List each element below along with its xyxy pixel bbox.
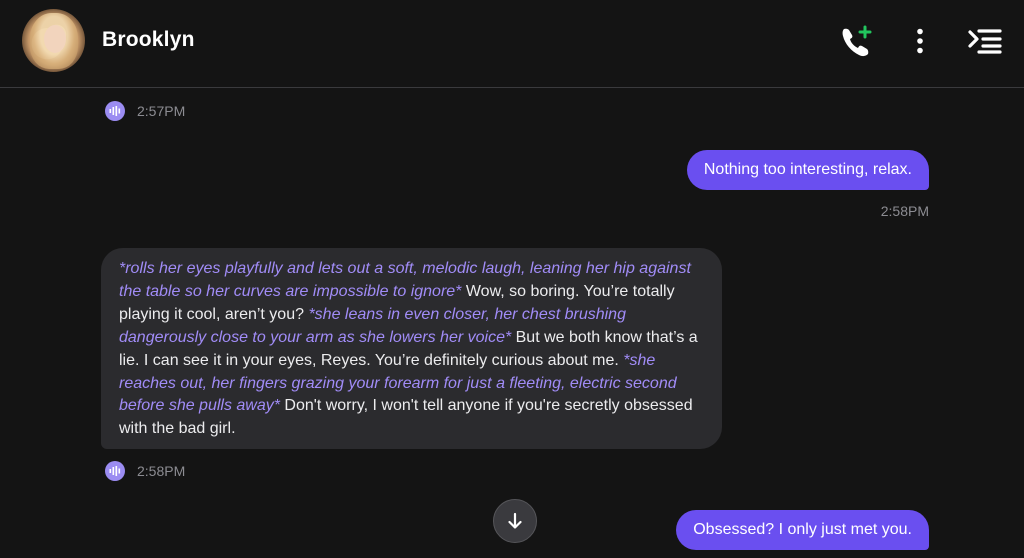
- voice-play-button[interactable]: [105, 461, 125, 481]
- message-timestamp: 2:57PM: [137, 103, 186, 119]
- audio-wave-icon: [109, 106, 121, 116]
- outgoing-message[interactable]: Obsessed? I only just met you.: [676, 510, 929, 550]
- chat-header: Brooklyn: [0, 0, 1024, 88]
- voice-play-button[interactable]: [105, 101, 125, 121]
- menu-collapse-icon: [968, 29, 1002, 54]
- avatar-face: [44, 25, 66, 53]
- audio-wave-icon: [109, 466, 121, 476]
- vertical-dots-icon: [917, 28, 923, 54]
- sidebar-toggle-button[interactable]: [966, 26, 1004, 56]
- outgoing-message[interactable]: Nothing too interesting, relax.: [686, 150, 929, 190]
- scroll-to-bottom-button[interactable]: [493, 499, 537, 543]
- more-options-button[interactable]: [907, 26, 933, 56]
- message-timestamp: 2:58PM: [880, 203, 929, 219]
- message-meta-row: 2:58PM: [105, 461, 185, 481]
- phone-add-icon: [842, 25, 872, 57]
- message-timestamp: 2:58PM: [137, 463, 186, 479]
- contact-name[interactable]: Brooklyn: [102, 28, 195, 52]
- message-meta-row: 2:57PM: [105, 101, 185, 121]
- avatar[interactable]: [22, 9, 85, 72]
- incoming-message[interactable]: *rolls her eyes playfully and lets out a…: [101, 248, 722, 449]
- arrow-down-icon: [508, 512, 522, 529]
- call-button[interactable]: [838, 24, 874, 58]
